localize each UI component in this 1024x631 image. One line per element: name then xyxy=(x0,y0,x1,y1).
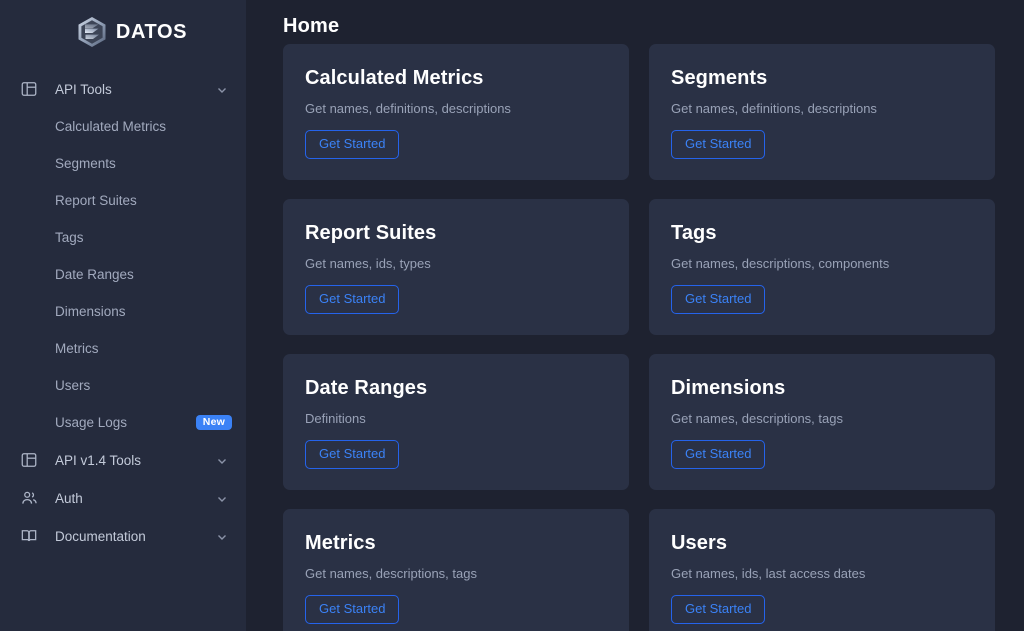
card-dimensions[interactable]: Dimensions Get names, descriptions, tags… xyxy=(649,354,995,490)
card-description: Get names, ids, types xyxy=(305,256,431,271)
sidebar-subitem-usage-logs[interactable]: Usage Logs New xyxy=(0,404,246,441)
layout-panel-icon xyxy=(20,451,38,469)
sidebar-subitem-label: Segments xyxy=(55,156,116,171)
card-description: Get names, ids, last access dates xyxy=(671,566,866,581)
get-started-button[interactable]: Get Started xyxy=(305,595,400,624)
card-title: Metrics xyxy=(305,532,376,554)
get-started-button[interactable]: Get Started xyxy=(671,285,766,314)
card-description: Get names, descriptions, components xyxy=(671,256,890,271)
sidebar-item-label: Documentation xyxy=(55,528,146,544)
get-started-button[interactable]: Get Started xyxy=(305,285,400,314)
chevron-down-icon[interactable] xyxy=(216,83,228,95)
main-content: Home Calculated Metrics Get names, defin… xyxy=(246,0,1024,631)
hexagon-stack-logo-icon xyxy=(77,16,107,48)
chevron-down-icon[interactable] xyxy=(216,454,228,466)
card-description: Get names, definitions, descriptions xyxy=(305,101,511,116)
book-icon xyxy=(20,527,38,545)
sidebar-subitem-label: Metrics xyxy=(55,341,99,356)
sidebar-subitem-label: Report Suites xyxy=(55,193,137,208)
sidebar-subitem-date-ranges[interactable]: Date Ranges xyxy=(0,256,246,293)
sidebar-subitem-label: Users xyxy=(55,378,91,393)
sidebar-subitem-dimensions[interactable]: Dimensions xyxy=(0,293,246,330)
card-report-suites[interactable]: Report Suites Get names, ids, types Get … xyxy=(283,199,629,335)
sidebar-subitem-label: Usage Logs xyxy=(55,415,128,430)
sidebar-subitem-users[interactable]: Users xyxy=(0,367,246,404)
card-metrics[interactable]: Metrics Get names, descriptions, tags Ge… xyxy=(283,509,629,631)
card-title: Dimensions xyxy=(671,377,786,399)
sidebar-nav: API Tools Calculated Metrics Segments Re… xyxy=(0,64,246,555)
sidebar-item-auth[interactable]: Auth xyxy=(0,479,246,517)
sidebar-item-documentation[interactable]: Documentation xyxy=(0,517,246,555)
sidebar-subitem-label: Dimensions xyxy=(55,304,126,319)
sidebar-subitem-metrics[interactable]: Metrics xyxy=(0,330,246,367)
card-title: Users xyxy=(671,532,728,554)
sidebar: DATOS API Tools Calculated Metrics Segme… xyxy=(0,0,246,631)
card-grid: Calculated Metrics Get names, definition… xyxy=(283,44,995,631)
brand-logo[interactable]: DATOS xyxy=(0,0,246,64)
card-title: Date Ranges xyxy=(305,377,428,399)
card-title: Segments xyxy=(671,67,768,89)
app-root: DATOS API Tools Calculated Metrics Segme… xyxy=(0,0,1024,631)
sidebar-item-label: Auth xyxy=(55,490,83,506)
card-date-ranges[interactable]: Date Ranges Definitions Get Started xyxy=(283,354,629,490)
card-segments[interactable]: Segments Get names, definitions, descrip… xyxy=(649,44,995,180)
chevron-down-icon[interactable] xyxy=(216,530,228,542)
card-title: Calculated Metrics xyxy=(305,67,484,89)
sidebar-item-label: API Tools xyxy=(55,81,112,97)
layout-panel-icon xyxy=(20,80,38,98)
brand-name: DATOS xyxy=(115,20,188,43)
get-started-button[interactable]: Get Started xyxy=(671,130,766,159)
card-title: Tags xyxy=(671,222,717,244)
sidebar-item-label: API v1.4 Tools xyxy=(55,452,142,468)
users-icon xyxy=(20,489,38,507)
sidebar-subitem-report-suites[interactable]: Report Suites xyxy=(0,182,246,219)
card-users[interactable]: Users Get names, ids, last access dates … xyxy=(649,509,995,631)
sidebar-subitem-segments[interactable]: Segments xyxy=(0,145,246,182)
sidebar-item-api-tools[interactable]: API Tools xyxy=(0,70,246,108)
sidebar-subitem-label: Tags xyxy=(55,230,84,245)
sidebar-subitem-label: Calculated Metrics xyxy=(55,119,167,134)
card-title: Report Suites xyxy=(305,222,437,244)
status-badge-new: New xyxy=(195,414,232,431)
card-calculated-metrics[interactable]: Calculated Metrics Get names, definition… xyxy=(283,44,629,180)
get-started-button[interactable]: Get Started xyxy=(671,440,766,469)
sidebar-subitem-label: Date Ranges xyxy=(55,267,134,282)
sidebar-subitem-tags[interactable]: Tags xyxy=(0,219,246,256)
card-description: Definitions xyxy=(305,411,366,426)
chevron-down-icon[interactable] xyxy=(216,492,228,504)
get-started-button[interactable]: Get Started xyxy=(305,130,400,159)
sidebar-subitem-calculated-metrics[interactable]: Calculated Metrics xyxy=(0,108,246,145)
page-title: Home xyxy=(283,15,340,37)
card-tags[interactable]: Tags Get names, descriptions, components… xyxy=(649,199,995,335)
get-started-button[interactable]: Get Started xyxy=(671,595,766,624)
card-description: Get names, descriptions, tags xyxy=(671,411,843,426)
sidebar-item-api-v14-tools[interactable]: API v1.4 Tools xyxy=(0,441,246,479)
card-description: Get names, descriptions, tags xyxy=(305,566,477,581)
card-description: Get names, definitions, descriptions xyxy=(671,101,877,116)
get-started-button[interactable]: Get Started xyxy=(305,440,400,469)
